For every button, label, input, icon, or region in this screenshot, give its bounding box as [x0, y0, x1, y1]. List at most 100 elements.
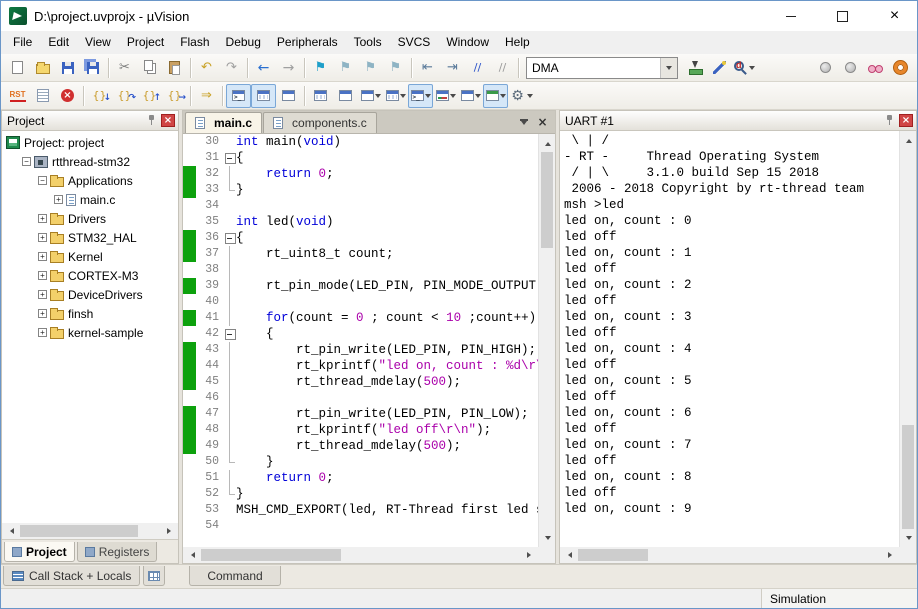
line-number[interactable]: 44	[196, 358, 224, 374]
close-button[interactable]	[872, 1, 917, 31]
menu-tools[interactable]: Tools	[346, 31, 390, 54]
line-number[interactable]: 33	[196, 182, 224, 198]
menu-help[interactable]: Help	[497, 31, 538, 54]
scrollbar-thumb[interactable]	[902, 425, 914, 529]
flash-download-button[interactable]	[682, 56, 707, 80]
help-button[interactable]	[888, 56, 913, 80]
line-number[interactable]: 43	[196, 342, 224, 358]
combo-dropdown-icon[interactable]	[660, 58, 677, 78]
registers-window-button[interactable]	[308, 84, 333, 108]
run-button[interactable]	[30, 84, 55, 108]
collapse-icon[interactable]: −	[38, 176, 47, 185]
expand-icon[interactable]: +	[38, 233, 47, 242]
nav-back-button[interactable]: ←	[251, 56, 276, 80]
tab-close-button[interactable]	[534, 114, 551, 130]
tree-item-devicedrivers[interactable]: +DeviceDrivers	[2, 285, 178, 304]
line-number[interactable]: 36	[196, 230, 224, 246]
uncomment-button[interactable]: //	[490, 56, 515, 80]
stop-button[interactable]	[55, 84, 80, 108]
line-number[interactable]: 53	[196, 502, 224, 518]
step-out-button[interactable]: {}↑	[137, 84, 162, 108]
watch-window-button[interactable]	[358, 84, 383, 108]
code-text[interactable]: int main(void)	[236, 134, 538, 150]
menu-peripherals[interactable]: Peripherals	[269, 31, 346, 54]
scroll-left-icon[interactable]	[183, 547, 199, 563]
tree-item-project-project[interactable]: Project: project	[2, 133, 178, 152]
bookmark-prev-button[interactable]: ⚑	[333, 56, 358, 80]
command-window-button[interactable]	[226, 84, 251, 108]
line-number[interactable]: 30	[196, 134, 224, 150]
line-number[interactable]: 34	[196, 198, 224, 214]
bookmark-next-button[interactable]: ⚑	[358, 56, 383, 80]
code-text[interactable]	[236, 294, 538, 310]
editor-hscrollbar[interactable]	[183, 547, 538, 563]
code-text[interactable]: rt_thread_mdelay(500);	[236, 374, 538, 390]
line-number[interactable]: 47	[196, 406, 224, 422]
expand-icon[interactable]: +	[38, 214, 47, 223]
scrollbar-thumb[interactable]	[578, 549, 648, 561]
toolbox-button[interactable]: ⚙	[508, 84, 534, 108]
code-text[interactable]: return 0;	[236, 470, 538, 486]
new-file-button[interactable]	[5, 56, 30, 80]
debug-session-button[interactable]	[732, 56, 757, 80]
copy-button[interactable]	[137, 56, 162, 80]
expand-icon[interactable]: +	[54, 195, 63, 204]
tree-item-cortex-m3[interactable]: +CORTEX-M3	[2, 266, 178, 285]
code-text[interactable]	[236, 518, 538, 534]
reset-button[interactable]	[5, 84, 30, 108]
line-number[interactable]: 46	[196, 390, 224, 406]
code-text[interactable]: for(count = 0 ; count < 10 ;count++)	[236, 310, 538, 326]
collapse-icon[interactable]: −	[22, 157, 31, 166]
code-text[interactable]	[236, 390, 538, 406]
expand-icon[interactable]: +	[38, 290, 47, 299]
line-number[interactable]: 50	[196, 454, 224, 470]
call-stack-window-button[interactable]	[333, 84, 358, 108]
serial-window-button[interactable]	[408, 84, 433, 108]
open-file-button[interactable]	[30, 56, 55, 80]
options-target-button[interactable]	[707, 56, 732, 80]
panel-close-icon[interactable]	[899, 114, 913, 127]
line-number[interactable]: 54	[196, 518, 224, 534]
panel-close-icon[interactable]	[161, 114, 175, 127]
tree-item-applications[interactable]: −Applications	[2, 171, 178, 190]
scroll-left-icon[interactable]	[2, 523, 18, 539]
tree-item-rtthread-stm32[interactable]: −rtthread-stm32	[2, 152, 178, 171]
expand-icon[interactable]: +	[38, 252, 47, 261]
menu-view[interactable]: View	[77, 31, 119, 54]
comment-button[interactable]: //	[465, 56, 490, 80]
bookmark-clear-button[interactable]: ⚑	[383, 56, 408, 80]
line-number[interactable]: 52	[196, 486, 224, 502]
step-into-button[interactable]: {}↓	[87, 84, 112, 108]
expand-icon[interactable]: +	[38, 271, 47, 280]
tree-item-finsh[interactable]: +finsh	[2, 304, 178, 323]
editor-vscrollbar[interactable]	[538, 134, 555, 547]
code-text[interactable]: rt_uint8_t count;	[236, 246, 538, 262]
scroll-right-icon[interactable]	[883, 547, 899, 563]
undo-button[interactable]: ↶	[194, 56, 219, 80]
code-text[interactable]: rt_pin_write(LED_PIN, PIN_LOW);	[236, 406, 538, 422]
code-text[interactable]: rt_pin_mode(LED_PIN, PIN_MODE_OUTPUT);	[236, 278, 538, 294]
menu-flash[interactable]: Flash	[172, 31, 217, 54]
tree-item-drivers[interactable]: +Drivers	[2, 209, 178, 228]
tree-item-kernel-sample[interactable]: +kernel-sample	[2, 323, 178, 342]
fold-icon[interactable]	[224, 230, 236, 246]
expand-icon[interactable]: +	[38, 309, 47, 318]
line-number[interactable]: 45	[196, 374, 224, 390]
minimize-button[interactable]	[768, 1, 813, 31]
run-to-cursor-button[interactable]: {}→	[162, 84, 187, 108]
analysis-window-button[interactable]	[433, 84, 458, 108]
line-number[interactable]: 35	[196, 214, 224, 230]
code-text[interactable]: }	[236, 486, 538, 502]
command-tab[interactable]: Command	[189, 566, 281, 586]
menu-project[interactable]: Project	[119, 31, 172, 54]
bookmark-toggle-button[interactable]: ⚑	[308, 56, 333, 80]
uart-hscrollbar[interactable]	[560, 547, 899, 563]
scroll-left-icon[interactable]	[560, 547, 576, 563]
symbol-window-button[interactable]	[276, 84, 301, 108]
code-text[interactable]	[236, 262, 538, 278]
step-over-button[interactable]: {}↷	[112, 84, 137, 108]
save-all-button[interactable]	[80, 56, 105, 80]
callstack-tab[interactable]: Call Stack + Locals	[3, 566, 140, 586]
scroll-right-icon[interactable]	[162, 523, 178, 539]
line-number[interactable]: 31	[196, 150, 224, 166]
